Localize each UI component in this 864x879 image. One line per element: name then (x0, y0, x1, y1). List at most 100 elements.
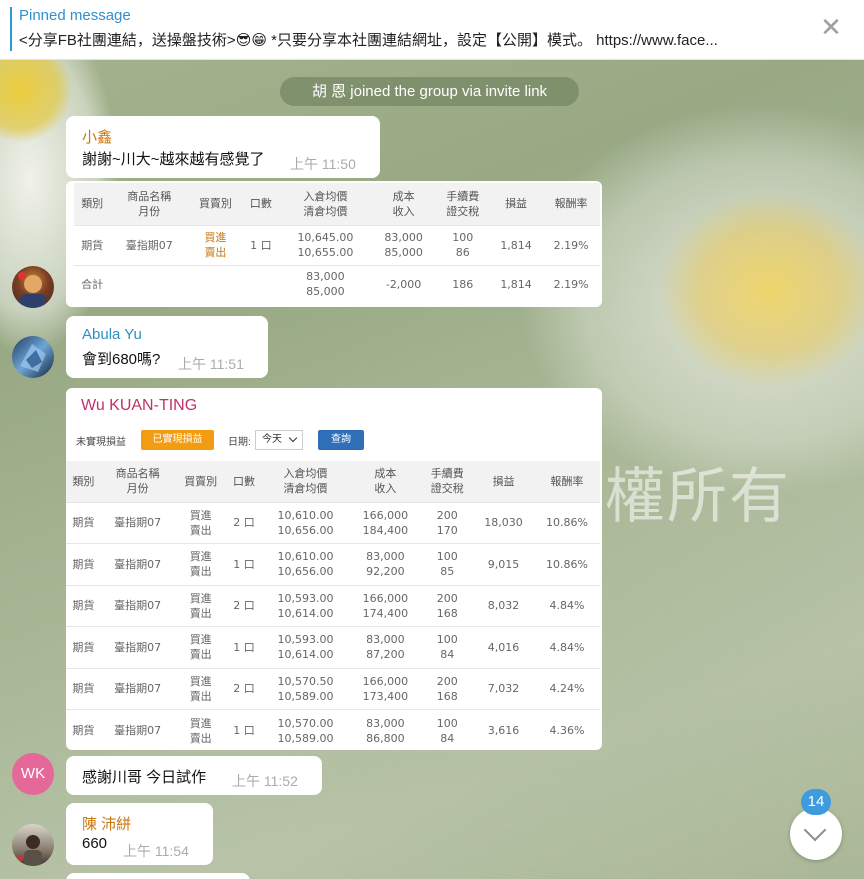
col-header: 損益 (473, 461, 534, 502)
col-header: 類別 (74, 183, 111, 225)
cell: 10,610.00 10,656.00 (261, 501, 350, 544)
sender-name[interactable]: 小鑫 (82, 126, 112, 147)
cell: 2.19% (542, 224, 600, 265)
message-time: 上午 11:51 (178, 356, 244, 372)
cell: 100 84 (421, 709, 474, 750)
close-icon[interactable]: ✕ (818, 14, 844, 40)
col-header: 報酬率 (533, 461, 600, 502)
unrealized-tab[interactable]: 未實現損益 (76, 433, 126, 448)
cell: 83,000 85,000 (371, 224, 436, 265)
message-text: 謝謝~川大~越來越有感覺了 (82, 151, 265, 168)
user-avatar[interactable] (12, 824, 54, 866)
col-header: 商品名稱 月份 (110, 183, 189, 225)
message-bubble[interactable]: 陳 沛絣 660 上午 11:54 (66, 803, 213, 865)
cell: 期貨 (74, 224, 111, 265)
avatar-photo-icon (18, 272, 46, 308)
cell: 4.36% (533, 709, 600, 750)
table-row: 期貨 臺指期07 買進 賣出 2 口 10,570.50 10,589.00 166,00… (66, 667, 600, 710)
cell: 1,814 (490, 224, 543, 265)
cell: 200 170 (421, 501, 474, 544)
cell: 10,645.00 10,655.00 (279, 224, 372, 265)
message-text: 660 (82, 835, 108, 852)
profit-table: 類別 商品名稱 月份 買賣別 口數 入倉均價 清倉均價 成本 收入 手續費 證交… (74, 183, 600, 303)
col-header: 商品名稱 月份 (100, 461, 175, 502)
avatar-crystal-icon (20, 344, 46, 372)
date-select[interactable]: 今天 (255, 430, 303, 450)
screenshot-image-table[interactable]: 類別 商品名稱 月份 買賣別 口數 入倉均價 清倉均價 成本 收入 手續費 證交… (66, 181, 602, 307)
message-bubble[interactable]: 感謝川哥 今日試作 上午 11:52 (66, 756, 322, 795)
cell: 1,814 (490, 264, 543, 303)
table-row: 期貨 臺指期07 買進 賣出 1 口 10,645.00 10,655.00 8… (74, 224, 600, 265)
cell: 166,000 173,400 (349, 667, 422, 710)
cell: 臺指期07 (100, 543, 175, 585)
cell: 1 口 (226, 626, 262, 668)
col-header: 入倉均價 清倉均價 (261, 461, 350, 502)
cell (110, 264, 189, 303)
cell: 買進 賣出 (174, 667, 227, 710)
cell: 合計 (74, 264, 111, 303)
cell: 期貨 (66, 667, 101, 710)
col-header: 買賣別 (188, 183, 243, 225)
sender-name[interactable]: 陳 沛絣 (82, 813, 131, 834)
user-avatar[interactable] (12, 336, 54, 378)
cell: 10,570.00 10,589.00 (261, 709, 350, 750)
cell: 4,016 (473, 626, 534, 668)
col-header: 報酬率 (542, 183, 600, 225)
cell: 買進 賣出 (188, 224, 243, 265)
cell: 100 85 (421, 543, 474, 585)
cell: 10,593.00 10,614.00 (261, 584, 350, 627)
scroll-to-bottom-button[interactable] (790, 808, 842, 860)
sender-name[interactable]: Abula Yu (82, 326, 142, 343)
message-time: 上午 11:50 (290, 156, 356, 172)
cell: 8,032 (473, 584, 534, 627)
table-row: 期貨 臺指期07 買進 賣出 1 口 10,593.00 10,614.00 83,000… (66, 626, 600, 668)
message-bubble[interactable] (66, 873, 250, 879)
cell: 100 86 (435, 224, 491, 265)
cell: 200 168 (421, 584, 474, 627)
cell: 1 口 (242, 224, 280, 265)
cell: 臺指期07 (100, 667, 175, 710)
col-header: 買賣別 (174, 461, 227, 502)
cell: 4.84% (533, 626, 600, 668)
sender-name[interactable]: Wu KUAN-TING (81, 397, 197, 415)
cell: 期貨 (66, 501, 101, 544)
cell: 買進 賣出 (174, 626, 227, 668)
table-row: 期貨 臺指期07 買進 賣出 2 口 10,610.00 10,656.00 166,00… (66, 501, 600, 544)
cell: 買進 賣出 (174, 709, 227, 750)
col-header: 成本 收入 (349, 461, 422, 502)
col-header: 口數 (226, 461, 262, 502)
cell: 83,000 85,000 (279, 264, 372, 303)
message-bubble[interactable]: 小鑫 謝謝~川大~越來越有感覺了 上午 11:50 (66, 116, 380, 178)
cell: 期貨 (66, 626, 101, 668)
cell: 10,593.00 10,614.00 (261, 626, 350, 668)
cell: 7,032 (473, 667, 534, 710)
realized-tab-button[interactable]: 已實現損益 (141, 430, 214, 450)
date-select-value: 今天 (262, 434, 282, 445)
pinned-title: Pinned message (19, 7, 131, 24)
pinned-message-bar[interactable]: Pinned message <分享FB社團連結，送操盤技術>😎😁 *只要分享本… (0, 0, 864, 60)
message-time: 上午 11:52 (232, 773, 298, 789)
cell: 186 (435, 264, 491, 303)
cell: 83,000 87,200 (349, 626, 422, 668)
avatar-photo-icon (17, 835, 42, 866)
cell: 83,000 92,200 (349, 543, 422, 585)
cell: 買進 賣出 (174, 501, 227, 544)
cell: 期貨 (66, 543, 101, 585)
message-bubble[interactable]: Abula Yu 會到680嗎? 上午 11:51 (66, 316, 268, 378)
col-header: 手續費 證交稅 (421, 461, 474, 502)
cell: 9,015 (473, 543, 534, 585)
col-header: 口數 (242, 183, 280, 225)
cell: 期貨 (66, 709, 101, 750)
user-avatar[interactable]: WK (12, 753, 54, 795)
col-header: 類別 (66, 461, 101, 502)
message-time: 上午 11:54 (123, 843, 189, 859)
table-row: 期貨 臺指期07 買進 賣出 1 口 10,570.00 10,589.00 83,000… (66, 709, 600, 750)
unread-count-badge: 14 (801, 789, 831, 815)
cell: 臺指期07 (100, 584, 175, 627)
message-bubble-image[interactable]: Wu KUAN-TING 未實現損益 已實現損益 日期: 今天 查詢 類別 商品… (66, 388, 602, 750)
cell: 臺指期07 (110, 224, 189, 265)
user-avatar[interactable] (12, 266, 54, 308)
query-button[interactable]: 查詢 (318, 430, 364, 450)
cell: 4.84% (533, 584, 600, 627)
cell: 買進 賣出 (174, 543, 227, 585)
